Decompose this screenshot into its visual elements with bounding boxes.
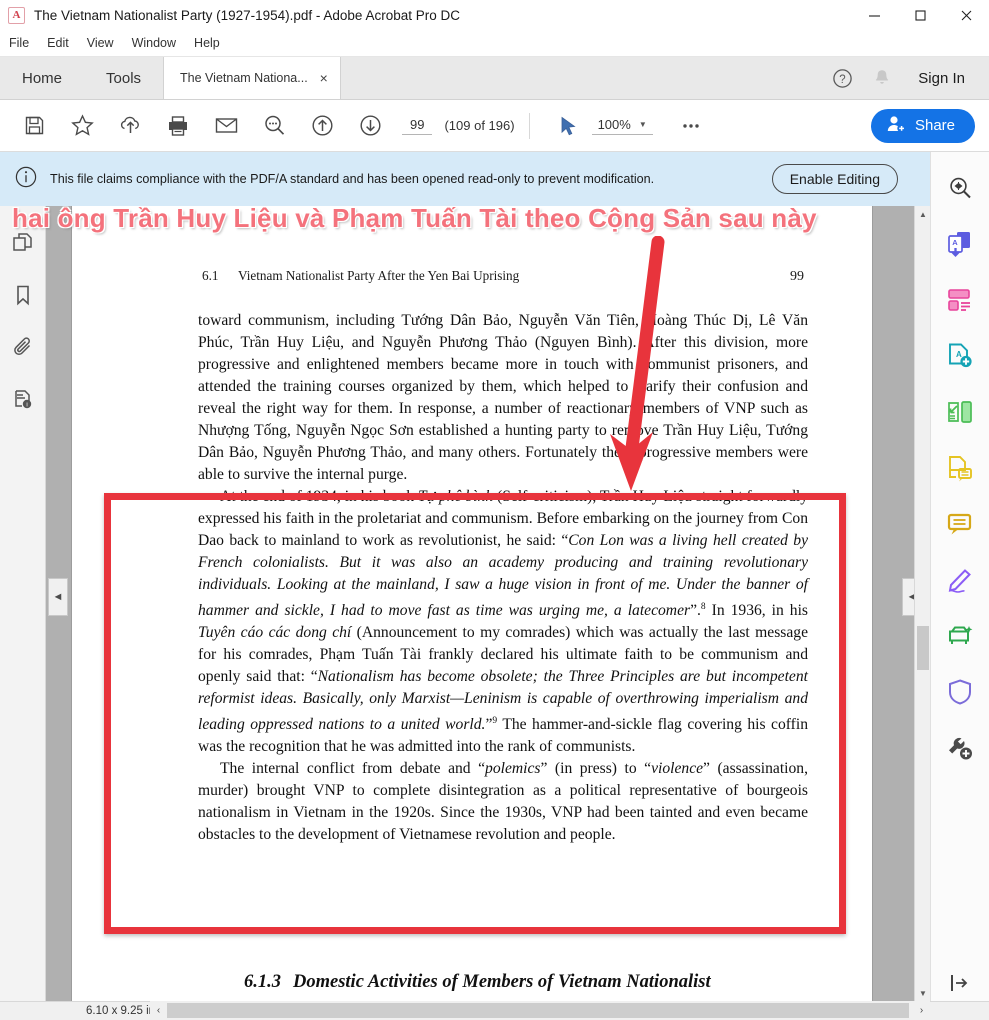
request-signatures-icon[interactable]	[938, 446, 982, 490]
help-icon[interactable]: ?	[828, 64, 856, 92]
window-title: The Vietnam Nationalist Party (1927-1954…	[34, 7, 460, 23]
sign-in-button[interactable]: Sign In	[908, 70, 973, 87]
next-page-icon[interactable]	[346, 106, 394, 146]
share-label: Share	[914, 117, 955, 134]
zoom-level-label: 100%	[597, 117, 631, 132]
print-icon[interactable]	[154, 106, 202, 146]
tab-tools[interactable]: Tools	[84, 57, 163, 99]
running-head-page-number: 99	[790, 269, 804, 284]
vertical-scroll-thumb[interactable]	[917, 626, 929, 670]
vertical-scrollbar[interactable]: ▲ ▼	[914, 206, 930, 1001]
compare-files-icon[interactable]	[938, 390, 982, 434]
section-number: 6.1.3	[244, 972, 281, 992]
running-head: 6.1 Vietnam Nationalist Party After the …	[202, 268, 804, 285]
pdfa-compliance-banner: This file claims compliance with the PDF…	[0, 152, 930, 206]
red-arrow-annotation	[610, 236, 665, 491]
scroll-right-button[interactable]: ›	[913, 1001, 930, 1020]
document-info-icon[interactable]: i	[8, 384, 38, 414]
export-pdf-icon[interactable]: A	[938, 222, 982, 266]
comment-icon[interactable]	[938, 502, 982, 546]
document-tab[interactable]: The Vietnam Nationa... ×	[163, 57, 341, 99]
close-icon[interactable]	[943, 0, 989, 30]
organize-pages-icon[interactable]	[938, 278, 982, 322]
running-head-number: 6.1	[202, 268, 219, 283]
share-button[interactable]: Share	[870, 108, 975, 143]
info-icon	[14, 165, 38, 194]
horizontal-scrollbar[interactable]: ‹ ›	[150, 1001, 930, 1020]
zoom-control[interactable]: 100% ▼	[591, 116, 653, 135]
paragraph-1: toward communism, including Tướng Dân Bả…	[198, 312, 808, 483]
page-body-text: toward communism, including Tướng Dân Bả…	[198, 310, 808, 846]
page-size-label: 6.10 x 9.25 in	[86, 1005, 156, 1017]
page-count-label: (109 of 196)	[444, 118, 515, 133]
protect-icon[interactable]	[938, 670, 982, 714]
cursor-select-icon[interactable]	[544, 106, 592, 146]
acrobat-window: A The Vietnam Nationalist Party (1927-19…	[0, 0, 989, 1020]
previous-page-gutter-button[interactable]: ◄	[48, 578, 68, 616]
previous-page-icon[interactable]	[298, 106, 346, 146]
window-controls	[851, 0, 989, 30]
svg-text:i: i	[26, 402, 27, 408]
menu-file[interactable]: File	[0, 33, 38, 53]
banner-message: This file claims compliance with the PDF…	[50, 171, 655, 186]
document-tab-label: The Vietnam Nationa...	[180, 71, 308, 85]
red-handwritten-note: hai ông Trần Huy Liệu và Phạm Tuấn Tài t…	[12, 203, 817, 233]
menu-edit[interactable]: Edit	[38, 33, 78, 53]
share-person-icon	[885, 113, 907, 139]
minimize-icon[interactable]	[851, 0, 897, 30]
page-number-input[interactable]: 99	[402, 116, 433, 135]
document-tab-close-icon[interactable]: ×	[320, 71, 328, 85]
svg-text:?: ?	[839, 74, 845, 86]
tab-strip-right: ? Sign In	[828, 57, 989, 99]
scroll-left-button[interactable]: ‹	[150, 1001, 167, 1020]
right-tools-rail: A A	[930, 152, 989, 1020]
menu-bar: File Edit View Window Help	[0, 30, 989, 57]
horizontal-scroll-track[interactable]	[167, 1001, 913, 1020]
running-head-title: Vietnam Nationalist Party After the Yen …	[238, 268, 520, 283]
title-bar: A The Vietnam Nationalist Party (1927-19…	[0, 0, 989, 30]
toolbar-divider	[528, 112, 530, 139]
enable-editing-button[interactable]: Enable Editing	[771, 164, 898, 194]
fill-and-sign-icon[interactable]	[938, 558, 982, 602]
bookmarks-icon[interactable]	[8, 280, 38, 310]
email-icon[interactable]	[202, 106, 250, 146]
notification-bell-icon[interactable]	[868, 64, 896, 92]
document-viewport[interactable]: 6.1 Vietnam Nationalist Party After the …	[46, 206, 930, 1001]
svg-text:A: A	[956, 350, 962, 359]
main-toolbar: 99 (109 of 196) 100% ▼ Share	[0, 100, 989, 152]
more-tools-icon[interactable]	[938, 726, 982, 770]
chevron-down-icon[interactable]: ▼	[639, 120, 647, 129]
collapse-panel-icon[interactable]	[930, 965, 989, 1001]
create-pdf-icon[interactable]: A	[938, 334, 982, 378]
page-navigation: 99 (109 of 196)	[402, 116, 515, 135]
menu-window[interactable]: Window	[123, 33, 185, 53]
save-icon[interactable]	[10, 106, 58, 146]
svg-text:A: A	[952, 238, 958, 247]
pdf-page: 6.1 Vietnam Nationalist Party After the …	[72, 206, 872, 1001]
acrobat-app-icon: A	[8, 6, 25, 24]
section-heading: 6.1.3 Domestic Activities of Members of V…	[244, 972, 844, 993]
search-icon[interactable]	[250, 106, 298, 146]
upload-cloud-icon[interactable]	[106, 106, 154, 146]
tab-strip: Home Tools The Vietnam Nationa... × ? Si…	[0, 57, 989, 100]
paragraph-3: The internal conflict from debate and “p…	[198, 760, 809, 844]
more-options-icon[interactable]	[667, 106, 715, 146]
maximize-icon[interactable]	[897, 0, 943, 30]
menu-view[interactable]: View	[78, 33, 123, 53]
tab-home[interactable]: Home	[0, 57, 84, 99]
scroll-up-button[interactable]: ▲	[915, 206, 931, 222]
menu-help[interactable]: Help	[185, 33, 229, 53]
search-document-icon[interactable]	[938, 166, 982, 210]
pdf-page-content: 6.1 Vietnam Nationalist Party After the …	[72, 206, 872, 1001]
enhance-scans-icon[interactable]	[938, 614, 982, 658]
attachments-icon[interactable]	[8, 332, 38, 362]
horizontal-scroll-thumb[interactable]	[167, 1003, 909, 1018]
scroll-down-button[interactable]: ▼	[915, 985, 931, 1001]
star-icon[interactable]	[58, 106, 106, 146]
section-title: Domestic Activities of Members of Vietna…	[293, 972, 711, 992]
paragraph-2: At the end of 1934, in his book Tự phê b…	[198, 488, 809, 756]
left-navigation-rail: i	[0, 206, 46, 1020]
